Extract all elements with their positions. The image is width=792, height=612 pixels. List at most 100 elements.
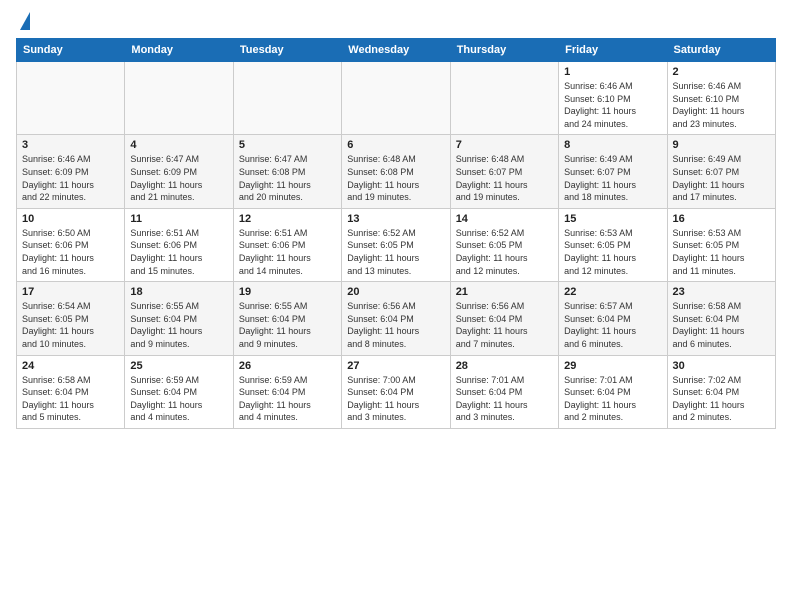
day-info: Sunrise: 6:48 AM Sunset: 6:07 PM Dayligh…: [456, 153, 553, 203]
day-info: Sunrise: 6:51 AM Sunset: 6:06 PM Dayligh…: [130, 227, 227, 277]
day-number: 24: [22, 360, 119, 372]
day-number: 29: [564, 360, 661, 372]
day-number: 18: [130, 286, 227, 298]
logo-text-block: [16, 16, 30, 30]
weekday-header-tuesday: Tuesday: [233, 39, 341, 62]
calendar-cell: 6 Sunrise: 6:48 AM Sunset: 6:08 PM Daylig…: [342, 135, 450, 208]
day-info: Sunrise: 6:47 AM Sunset: 6:09 PM Dayligh…: [130, 153, 227, 203]
calendar-cell: 30 Sunrise: 7:02 AM Sunset: 6:04 PM Dayli…: [667, 355, 775, 428]
calendar-cell: 14 Sunrise: 6:52 AM Sunset: 6:05 PM Dayli…: [450, 208, 558, 281]
day-info: Sunrise: 6:56 AM Sunset: 6:04 PM Dayligh…: [456, 300, 553, 350]
calendar-cell: 8 Sunrise: 6:49 AM Sunset: 6:07 PM Daylig…: [559, 135, 667, 208]
calendar-cell: 20 Sunrise: 6:56 AM Sunset: 6:04 PM Dayli…: [342, 282, 450, 355]
weekday-header-sunday: Sunday: [17, 39, 125, 62]
calendar-cell: 15 Sunrise: 6:53 AM Sunset: 6:05 PM Dayli…: [559, 208, 667, 281]
day-info: Sunrise: 7:00 AM Sunset: 6:04 PM Dayligh…: [347, 374, 444, 424]
calendar-cell: [450, 62, 558, 135]
day-number: 25: [130, 360, 227, 372]
day-info: Sunrise: 6:58 AM Sunset: 6:04 PM Dayligh…: [22, 374, 119, 424]
day-info: Sunrise: 7:02 AM Sunset: 6:04 PM Dayligh…: [673, 374, 770, 424]
calendar-cell: 24 Sunrise: 6:58 AM Sunset: 6:04 PM Dayli…: [17, 355, 125, 428]
day-number: 27: [347, 360, 444, 372]
calendar-cell: 25Sunrise: 6:59 AM Sunset: 6:04 PM Dayli…: [125, 355, 233, 428]
day-info: Sunrise: 7:01 AM Sunset: 6:04 PM Dayligh…: [564, 374, 661, 424]
logo: [16, 16, 30, 30]
calendar-cell: 22 Sunrise: 6:57 AM Sunset: 6:04 PM Dayli…: [559, 282, 667, 355]
calendar-cell: 16 Sunrise: 6:53 AM Sunset: 6:05 PM Dayli…: [667, 208, 775, 281]
day-number: 12: [239, 213, 336, 225]
calendar-cell: 5Sunrise: 6:47 AM Sunset: 6:08 PM Daylig…: [233, 135, 341, 208]
calendar: SundayMondayTuesdayWednesdayThursdayFrid…: [16, 38, 776, 429]
day-info: Sunrise: 6:48 AM Sunset: 6:08 PM Dayligh…: [347, 153, 444, 203]
day-number: 11: [130, 213, 227, 225]
day-number: 22: [564, 286, 661, 298]
weekday-header-friday: Friday: [559, 39, 667, 62]
calendar-cell: 18 Sunrise: 6:55 AM Sunset: 6:04 PM Dayli…: [125, 282, 233, 355]
day-number: 23: [673, 286, 770, 298]
calendar-cell: [342, 62, 450, 135]
calendar-cell: [125, 62, 233, 135]
day-info: Sunrise: 6:52 AM Sunset: 6:05 PM Dayligh…: [347, 227, 444, 277]
calendar-cell: 23 Sunrise: 6:58 AM Sunset: 6:04 PM Dayli…: [667, 282, 775, 355]
day-info: Sunrise: 6:49 AM Sunset: 6:07 PM Dayligh…: [564, 153, 661, 203]
day-info: Sunrise: 6:49 AM Sunset: 6:07 PM Dayligh…: [673, 153, 770, 203]
calendar-cell: 9 Sunrise: 6:49 AM Sunset: 6:07 PM Daylig…: [667, 135, 775, 208]
calendar-cell: 27 Sunrise: 7:00 AM Sunset: 6:04 PM Dayli…: [342, 355, 450, 428]
day-number: 4: [130, 139, 227, 151]
day-info: Sunrise: 6:57 AM Sunset: 6:04 PM Dayligh…: [564, 300, 661, 350]
calendar-cell: 12 Sunrise: 6:51 AM Sunset: 6:06 PM Dayli…: [233, 208, 341, 281]
day-number: 17: [22, 286, 119, 298]
day-number: 9: [673, 139, 770, 151]
day-number: 6: [347, 139, 444, 151]
calendar-cell: 28 Sunrise: 7:01 AM Sunset: 6:04 PM Dayli…: [450, 355, 558, 428]
day-number: 2: [673, 66, 770, 78]
calendar-cell: 13 Sunrise: 6:52 AM Sunset: 6:05 PM Dayli…: [342, 208, 450, 281]
calendar-cell: 10Sunrise: 6:50 AM Sunset: 6:06 PM Dayli…: [17, 208, 125, 281]
calendar-cell: 11 Sunrise: 6:51 AM Sunset: 6:06 PM Dayli…: [125, 208, 233, 281]
day-info: Sunrise: 6:54 AM Sunset: 6:05 PM Dayligh…: [22, 300, 119, 350]
day-info: Sunrise: 6:56 AM Sunset: 6:04 PM Dayligh…: [347, 300, 444, 350]
calendar-cell: 3Sunrise: 6:46 AM Sunset: 6:09 PM Daylig…: [17, 135, 125, 208]
day-info: Sunrise: 6:55 AM Sunset: 6:04 PM Dayligh…: [239, 300, 336, 350]
calendar-cell: [233, 62, 341, 135]
calendar-cell: 1 Sunrise: 6:46 AM Sunset: 6:10 PM Daylig…: [559, 62, 667, 135]
day-number: 15: [564, 213, 661, 225]
day-info: Sunrise: 6:58 AM Sunset: 6:04 PM Dayligh…: [673, 300, 770, 350]
day-number: 28: [456, 360, 553, 372]
day-info: Sunrise: 6:46 AM Sunset: 6:10 PM Dayligh…: [564, 80, 661, 130]
day-number: 1: [564, 66, 661, 78]
calendar-cell: 19 Sunrise: 6:55 AM Sunset: 6:04 PM Dayli…: [233, 282, 341, 355]
calendar-cell: 26 Sunrise: 6:59 AM Sunset: 6:04 PM Dayli…: [233, 355, 341, 428]
day-number: 7: [456, 139, 553, 151]
day-info: Sunrise: 6:46 AM Sunset: 6:10 PM Dayligh…: [673, 80, 770, 130]
weekday-header-monday: Monday: [125, 39, 233, 62]
calendar-cell: 2 Sunrise: 6:46 AM Sunset: 6:10 PM Daylig…: [667, 62, 775, 135]
day-number: 19: [239, 286, 336, 298]
day-info: Sunrise: 7:01 AM Sunset: 6:04 PM Dayligh…: [456, 374, 553, 424]
day-info: Sunrise: 6:52 AM Sunset: 6:05 PM Dayligh…: [456, 227, 553, 277]
calendar-cell: 17 Sunrise: 6:54 AM Sunset: 6:05 PM Dayli…: [17, 282, 125, 355]
logo-triangle-icon: [20, 12, 30, 30]
day-number: 26: [239, 360, 336, 372]
weekday-header-thursday: Thursday: [450, 39, 558, 62]
day-info: Sunrise: 6:53 AM Sunset: 6:05 PM Dayligh…: [673, 227, 770, 277]
weekday-header-saturday: Saturday: [667, 39, 775, 62]
day-info: Sunrise: 6:59 AM Sunset: 6:04 PM Dayligh…: [239, 374, 336, 424]
day-number: 14: [456, 213, 553, 225]
day-number: 13: [347, 213, 444, 225]
day-info: Sunrise: 6:46 AM Sunset: 6:09 PM Dayligh…: [22, 153, 119, 203]
header: [16, 16, 776, 30]
day-number: 8: [564, 139, 661, 151]
day-info: Sunrise: 6:51 AM Sunset: 6:06 PM Dayligh…: [239, 227, 336, 277]
day-number: 20: [347, 286, 444, 298]
day-info: Sunrise: 6:53 AM Sunset: 6:05 PM Dayligh…: [564, 227, 661, 277]
calendar-cell: 7 Sunrise: 6:48 AM Sunset: 6:07 PM Daylig…: [450, 135, 558, 208]
day-info: Sunrise: 6:55 AM Sunset: 6:04 PM Dayligh…: [130, 300, 227, 350]
day-number: 5: [239, 139, 336, 151]
day-number: 16: [673, 213, 770, 225]
day-number: 30: [673, 360, 770, 372]
calendar-cell: 4 Sunrise: 6:47 AM Sunset: 6:09 PM Daylig…: [125, 135, 233, 208]
day-number: 10: [22, 213, 119, 225]
weekday-header-wednesday: Wednesday: [342, 39, 450, 62]
calendar-cell: 21Sunrise: 6:56 AM Sunset: 6:04 PM Dayli…: [450, 282, 558, 355]
